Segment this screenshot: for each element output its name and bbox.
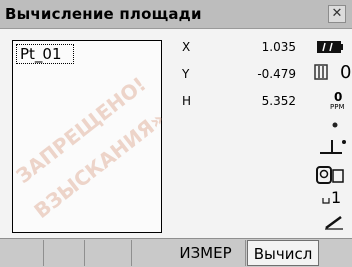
pencil-icon [325,215,343,230]
x-value: 1.035 [261,40,296,54]
battery-icon [317,41,343,53]
y-label: Y [182,67,190,81]
dot-icon [332,122,338,128]
close-icon: ✕ [331,6,343,21]
measure-button[interactable]: ИЗМЕР [166,240,246,266]
tilt-icon [320,140,346,154]
list-item[interactable]: Pt_01 [16,44,74,64]
softkey-bar: ИЗМЕР Вычисл [0,238,352,267]
close-button[interactable]: ✕ [328,5,346,23]
instrument-icon [316,166,344,184]
x-label: X [182,40,191,54]
status-icon-column: 0 0 PPM 1 [310,38,352,238]
prism-icon [314,64,328,80]
softkey-2[interactable] [84,240,132,266]
ppm-value: 0 [334,90,343,104]
title-bar: Вычисление площади ✕ [0,0,352,29]
ppm-unit: PPM [330,103,345,111]
prism-constant: 0 [340,62,352,83]
window-title: Вычисление площади [5,5,202,23]
h-value: 5.352 [261,94,296,108]
softkey-1[interactable] [0,240,44,266]
counter-value: 1 [331,188,342,207]
space-icon [322,198,330,204]
y-value: -0.479 [257,67,296,81]
h-label: H [182,94,192,108]
calc-button[interactable]: Вычисл [247,240,319,266]
